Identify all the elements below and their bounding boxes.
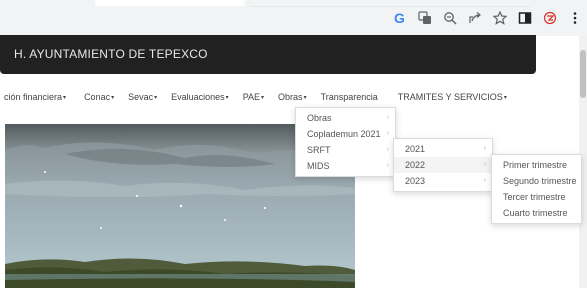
sidepanel-icon[interactable] bbox=[513, 6, 537, 30]
site-header: H. AYUNTAMIENTO DE TEPEXCO bbox=[0, 35, 536, 74]
nav-item-conac[interactable]: Conac▾ bbox=[84, 92, 114, 102]
chevron-right-icon: › bbox=[483, 145, 486, 152]
nav-label: Sevac bbox=[128, 92, 154, 102]
menu-dots-icon[interactable] bbox=[563, 6, 587, 30]
chevron-right-icon: › bbox=[386, 162, 389, 169]
browser-tab[interactable] bbox=[95, 0, 245, 6]
nav-item-evaluaciones[interactable]: Evaluaciones▾ bbox=[171, 92, 229, 102]
share-icon[interactable] bbox=[463, 6, 487, 30]
caret-down-icon: ▾ bbox=[154, 95, 158, 101]
caret-down-icon: ▾ bbox=[111, 95, 115, 101]
nav-label: Transparencia bbox=[320, 92, 378, 102]
menu-item-cuarto-trimestre[interactable]: Cuarto trimestre bbox=[492, 205, 581, 221]
nav-item-tramites-y-servicios[interactable]: TRAMITES Y SERVICIOS▾ bbox=[398, 92, 507, 102]
menu-item-2021[interactable]: 2021 › bbox=[394, 141, 492, 157]
nav-label: Conac bbox=[84, 92, 111, 102]
menu-item-label: Cuarto trimestre bbox=[503, 208, 568, 218]
menu-item-label: Tercer trimestre bbox=[503, 192, 566, 202]
main-nav: ción financiera▾ Conac▾ Sevac▾ Evaluacio… bbox=[0, 90, 517, 104]
srft-submenu: 2021 › 2022 › 2023 › bbox=[393, 138, 493, 192]
nav-item-obras[interactable]: Obras▾ bbox=[278, 92, 307, 102]
site-title[interactable]: H. AYUNTAMIENTO DE TEPEXCO bbox=[14, 47, 208, 61]
chevron-right-icon: › bbox=[483, 177, 486, 184]
menu-item-2022[interactable]: 2022 › bbox=[394, 157, 492, 173]
year-2022-submenu: Primer trimestre Segundo trimestre Terce… bbox=[491, 154, 582, 224]
nav-item-informacion-financiera[interactable]: ción financiera▾ bbox=[4, 92, 66, 102]
caret-down-icon: ▾ bbox=[503, 95, 507, 101]
extension-icon[interactable] bbox=[538, 6, 562, 30]
nav-label: PAE bbox=[242, 92, 261, 102]
nav-item-transparencia[interactable]: Transparencia bbox=[321, 92, 378, 102]
menu-item-primer-trimestre[interactable]: Primer trimestre bbox=[492, 157, 581, 173]
caret-down-icon: ▾ bbox=[261, 95, 265, 101]
toolbar-icons: G bbox=[387, 0, 587, 36]
chevron-right-icon: › bbox=[386, 146, 389, 153]
chevron-right-icon: › bbox=[386, 114, 389, 121]
nav-label: Obras bbox=[278, 92, 303, 102]
chevron-right-icon: › bbox=[483, 161, 486, 168]
caret-down-icon: ▾ bbox=[63, 95, 67, 101]
menu-item-label: Primer trimestre bbox=[503, 160, 568, 170]
menu-item-label: MIDS bbox=[307, 161, 330, 171]
menu-item-2023[interactable]: 2023 › bbox=[394, 173, 492, 189]
obras-dropdown-menu: Obras › Coplademun 2021 › SRFT › MIDS › bbox=[295, 107, 396, 177]
menu-item-mids[interactable]: MIDS › bbox=[296, 158, 395, 174]
caret-down-icon: ▾ bbox=[303, 95, 307, 101]
menu-item-obras[interactable]: Obras › bbox=[296, 110, 395, 126]
menu-item-label: Obras bbox=[307, 113, 332, 123]
translate-icon[interactable] bbox=[413, 6, 437, 30]
browser-toolbar: G bbox=[0, 0, 587, 36]
menu-item-coplademun-2021[interactable]: Coplademun 2021 › bbox=[296, 126, 395, 142]
menu-item-segundo-trimestre[interactable]: Segundo trimestre bbox=[492, 173, 581, 189]
google-icon[interactable]: G bbox=[388, 6, 412, 30]
scrollbar-thumb[interactable] bbox=[580, 50, 586, 98]
zoom-icon[interactable] bbox=[438, 6, 462, 30]
menu-item-tercer-trimestre[interactable]: Tercer trimestre bbox=[492, 189, 581, 205]
nav-label: Evaluaciones bbox=[171, 92, 225, 102]
bookmark-star-icon[interactable] bbox=[488, 6, 512, 30]
nav-label: ción financiera bbox=[4, 92, 63, 102]
menu-item-label: Coplademun 2021 bbox=[307, 129, 381, 139]
menu-item-label: Segundo trimestre bbox=[503, 176, 577, 186]
nav-item-sevac[interactable]: Sevac▾ bbox=[128, 92, 157, 102]
caret-down-icon: ▾ bbox=[225, 95, 229, 101]
menu-item-srft[interactable]: SRFT › bbox=[296, 142, 395, 158]
menu-item-label: SRFT bbox=[307, 145, 331, 155]
menu-item-label: 2021 bbox=[405, 144, 426, 154]
menu-item-label: 2023 bbox=[405, 176, 426, 186]
nav-item-pae[interactable]: PAE▾ bbox=[243, 92, 264, 102]
nav-label: TRAMITES Y SERVICIOS bbox=[397, 92, 503, 102]
chevron-right-icon: › bbox=[386, 130, 389, 137]
menu-item-label: 2022 bbox=[405, 160, 426, 170]
